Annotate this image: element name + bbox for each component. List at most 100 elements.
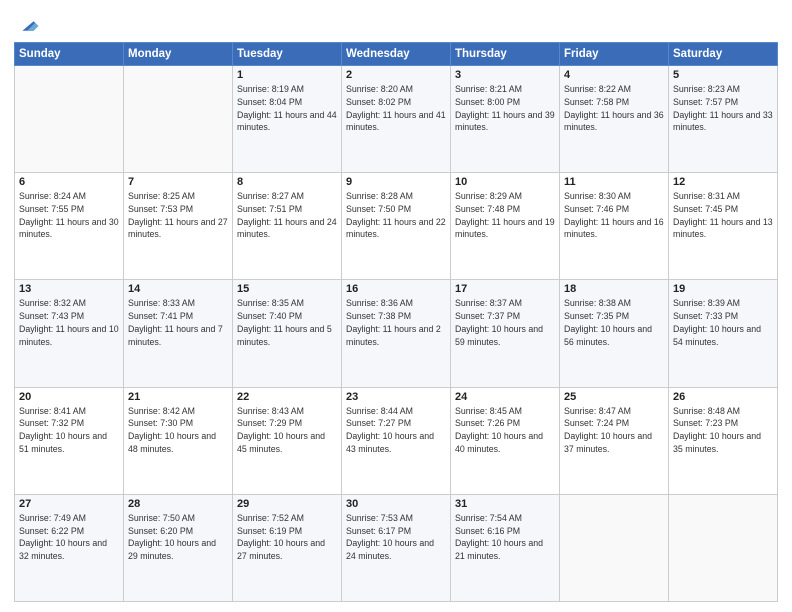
day-info: Sunrise: 7:49 AM Sunset: 6:22 PM Dayligh… bbox=[19, 512, 119, 563]
logo-icon bbox=[16, 14, 40, 38]
weekday-saturday: Saturday bbox=[669, 43, 778, 66]
calendar-cell: 19 Sunrise: 8:39 AM Sunset: 7:33 PM Dayli… bbox=[669, 280, 778, 387]
calendar-cell: 9 Sunrise: 8:28 AM Sunset: 7:50 PM Daylig… bbox=[342, 173, 451, 280]
day-info: Sunrise: 7:54 AM Sunset: 6:16 PM Dayligh… bbox=[455, 512, 555, 563]
calendar-cell: 10Sunrise: 8:29 AM Sunset: 7:48 PM Dayli… bbox=[451, 173, 560, 280]
day-info: Sunrise: 8:24 AM Sunset: 7:55 PM Dayligh… bbox=[19, 190, 119, 241]
calendar-cell: 8 Sunrise: 8:27 AM Sunset: 7:51 PM Daylig… bbox=[233, 173, 342, 280]
day-number: 8 bbox=[237, 176, 337, 188]
week-row-2: 6 Sunrise: 8:24 AM Sunset: 7:55 PM Daylig… bbox=[15, 173, 778, 280]
calendar-cell: 28Sunrise: 7:50 AM Sunset: 6:20 PM Dayli… bbox=[124, 494, 233, 601]
day-info: Sunrise: 8:25 AM Sunset: 7:53 PM Dayligh… bbox=[128, 190, 228, 241]
day-info: Sunrise: 8:35 AM Sunset: 7:40 PM Dayligh… bbox=[237, 297, 337, 348]
day-info: Sunrise: 8:28 AM Sunset: 7:50 PM Dayligh… bbox=[346, 190, 446, 241]
day-info: Sunrise: 8:20 AM Sunset: 8:02 PM Dayligh… bbox=[346, 83, 446, 134]
calendar-cell: 11Sunrise: 8:30 AM Sunset: 7:46 PM Dayli… bbox=[560, 173, 669, 280]
calendar-cell: 27 Sunrise: 7:49 AM Sunset: 6:22 PM Dayli… bbox=[15, 494, 124, 601]
calendar-cell: 26 Sunrise: 8:48 AM Sunset: 7:23 PM Dayli… bbox=[669, 387, 778, 494]
day-info: Sunrise: 8:23 AM Sunset: 7:57 PM Dayligh… bbox=[673, 83, 773, 134]
day-number: 4 bbox=[564, 69, 664, 81]
calendar-cell: 13Sunrise: 8:32 AM Sunset: 7:43 PM Dayli… bbox=[15, 280, 124, 387]
day-number: 25 bbox=[564, 391, 664, 403]
day-info: Sunrise: 8:38 AM Sunset: 7:35 PM Dayligh… bbox=[564, 297, 664, 348]
day-number: 24 bbox=[455, 391, 555, 403]
day-number: 26 bbox=[673, 391, 773, 403]
calendar-cell: 29 Sunrise: 7:52 AM Sunset: 6:19 PM Dayli… bbox=[233, 494, 342, 601]
day-info: Sunrise: 8:29 AM Sunset: 7:48 PM Dayligh… bbox=[455, 190, 555, 241]
day-number: 2 bbox=[346, 69, 446, 81]
day-number: 15 bbox=[237, 283, 337, 295]
calendar-cell: 2 Sunrise: 8:20 AM Sunset: 8:02 PM Daylig… bbox=[342, 66, 451, 173]
calendar-cell: 25 Sunrise: 8:47 AM Sunset: 7:24 PM Dayli… bbox=[560, 387, 669, 494]
weekday-header-row: SundayMondayTuesdayWednesdayThursdayFrid… bbox=[15, 43, 778, 66]
logo bbox=[14, 14, 40, 36]
calendar-cell: 18 Sunrise: 8:38 AM Sunset: 7:35 PM Dayli… bbox=[560, 280, 669, 387]
calendar-cell: 1 Sunrise: 8:19 AM Sunset: 8:04 PM Daylig… bbox=[233, 66, 342, 173]
day-number: 28 bbox=[128, 498, 228, 510]
calendar-cell bbox=[15, 66, 124, 173]
calendar-cell: 6 Sunrise: 8:24 AM Sunset: 7:55 PM Daylig… bbox=[15, 173, 124, 280]
day-info: Sunrise: 8:22 AM Sunset: 7:58 PM Dayligh… bbox=[564, 83, 664, 134]
day-number: 9 bbox=[346, 176, 446, 188]
day-info: Sunrise: 8:31 AM Sunset: 7:45 PM Dayligh… bbox=[673, 190, 773, 241]
calendar-cell bbox=[560, 494, 669, 601]
day-number: 18 bbox=[564, 283, 664, 295]
day-number: 6 bbox=[19, 176, 119, 188]
day-info: Sunrise: 8:47 AM Sunset: 7:24 PM Dayligh… bbox=[564, 405, 664, 456]
week-row-4: 20Sunrise: 8:41 AM Sunset: 7:32 PM Dayli… bbox=[15, 387, 778, 494]
calendar-cell: 17Sunrise: 8:37 AM Sunset: 7:37 PM Dayli… bbox=[451, 280, 560, 387]
day-number: 17 bbox=[455, 283, 555, 295]
day-number: 31 bbox=[455, 498, 555, 510]
day-info: Sunrise: 8:44 AM Sunset: 7:27 PM Dayligh… bbox=[346, 405, 446, 456]
day-number: 7 bbox=[128, 176, 228, 188]
week-row-3: 13Sunrise: 8:32 AM Sunset: 7:43 PM Dayli… bbox=[15, 280, 778, 387]
calendar-cell: 21 Sunrise: 8:42 AM Sunset: 7:30 PM Dayli… bbox=[124, 387, 233, 494]
calendar-cell: 4 Sunrise: 8:22 AM Sunset: 7:58 PM Daylig… bbox=[560, 66, 669, 173]
day-number: 23 bbox=[346, 391, 446, 403]
calendar-cell: 20Sunrise: 8:41 AM Sunset: 7:32 PM Dayli… bbox=[15, 387, 124, 494]
weekday-tuesday: Tuesday bbox=[233, 43, 342, 66]
day-number: 3 bbox=[455, 69, 555, 81]
calendar-cell: 12 Sunrise: 8:31 AM Sunset: 7:45 PM Dayli… bbox=[669, 173, 778, 280]
day-number: 5 bbox=[673, 69, 773, 81]
calendar-cell bbox=[669, 494, 778, 601]
calendar-cell: 24Sunrise: 8:45 AM Sunset: 7:26 PM Dayli… bbox=[451, 387, 560, 494]
calendar-cell: 3 Sunrise: 8:21 AM Sunset: 8:00 PM Daylig… bbox=[451, 66, 560, 173]
day-info: Sunrise: 8:27 AM Sunset: 7:51 PM Dayligh… bbox=[237, 190, 337, 241]
day-info: Sunrise: 8:19 AM Sunset: 8:04 PM Dayligh… bbox=[237, 83, 337, 134]
calendar-cell: 16 Sunrise: 8:36 AM Sunset: 7:38 PM Dayli… bbox=[342, 280, 451, 387]
page: SundayMondayTuesdayWednesdayThursdayFrid… bbox=[0, 0, 792, 612]
day-number: 16 bbox=[346, 283, 446, 295]
day-number: 1 bbox=[237, 69, 337, 81]
weekday-sunday: Sunday bbox=[15, 43, 124, 66]
day-info: Sunrise: 8:48 AM Sunset: 7:23 PM Dayligh… bbox=[673, 405, 773, 456]
calendar-cell: 14Sunrise: 8:33 AM Sunset: 7:41 PM Dayli… bbox=[124, 280, 233, 387]
calendar-cell: 22Sunrise: 8:43 AM Sunset: 7:29 PM Dayli… bbox=[233, 387, 342, 494]
day-number: 12 bbox=[673, 176, 773, 188]
day-info: Sunrise: 8:42 AM Sunset: 7:30 PM Dayligh… bbox=[128, 405, 228, 456]
calendar-cell: 31 Sunrise: 7:54 AM Sunset: 6:16 PM Dayli… bbox=[451, 494, 560, 601]
day-info: Sunrise: 8:39 AM Sunset: 7:33 PM Dayligh… bbox=[673, 297, 773, 348]
day-number: 14 bbox=[128, 283, 228, 295]
calendar-cell bbox=[124, 66, 233, 173]
day-number: 20 bbox=[19, 391, 119, 403]
week-row-1: 1 Sunrise: 8:19 AM Sunset: 8:04 PM Daylig… bbox=[15, 66, 778, 173]
weekday-thursday: Thursday bbox=[451, 43, 560, 66]
day-info: Sunrise: 8:21 AM Sunset: 8:00 PM Dayligh… bbox=[455, 83, 555, 134]
calendar-cell: 5 Sunrise: 8:23 AM Sunset: 7:57 PM Daylig… bbox=[669, 66, 778, 173]
calendar-cell: 23 Sunrise: 8:44 AM Sunset: 7:27 PM Dayli… bbox=[342, 387, 451, 494]
day-number: 29 bbox=[237, 498, 337, 510]
day-info: Sunrise: 8:30 AM Sunset: 7:46 PM Dayligh… bbox=[564, 190, 664, 241]
weekday-wednesday: Wednesday bbox=[342, 43, 451, 66]
calendar-cell: 30 Sunrise: 7:53 AM Sunset: 6:17 PM Dayli… bbox=[342, 494, 451, 601]
day-info: Sunrise: 7:53 AM Sunset: 6:17 PM Dayligh… bbox=[346, 512, 446, 563]
calendar-cell: 15 Sunrise: 8:35 AM Sunset: 7:40 PM Dayli… bbox=[233, 280, 342, 387]
day-number: 13 bbox=[19, 283, 119, 295]
day-info: Sunrise: 8:36 AM Sunset: 7:38 PM Dayligh… bbox=[346, 297, 446, 348]
day-number: 21 bbox=[128, 391, 228, 403]
day-number: 30 bbox=[346, 498, 446, 510]
day-number: 19 bbox=[673, 283, 773, 295]
day-info: Sunrise: 8:43 AM Sunset: 7:29 PM Dayligh… bbox=[237, 405, 337, 456]
day-info: Sunrise: 7:52 AM Sunset: 6:19 PM Dayligh… bbox=[237, 512, 337, 563]
day-number: 27 bbox=[19, 498, 119, 510]
